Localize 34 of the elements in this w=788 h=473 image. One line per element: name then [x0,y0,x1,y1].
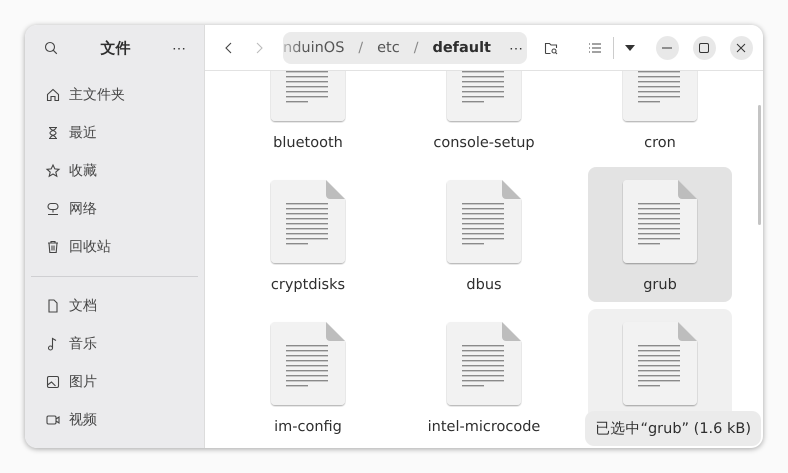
status-tooltip: 已选中“grub” (1.6 kB) [585,411,761,446]
sidebar-item[interactable]: 视频 [31,401,198,439]
sidebar-item[interactable]: 文档 [31,287,198,325]
file-name: grub [643,277,677,293]
file-name: im-config [274,419,342,435]
menu-button[interactable]: ⋯ [168,36,190,60]
file-item[interactable]: cron [588,71,732,160]
file-name: console-setup [433,135,535,151]
file-item[interactable]: dbus [412,167,556,302]
file-item[interactable]: bluetooth [236,71,380,160]
path-separator: / [358,40,364,56]
sidebar-item[interactable]: 收藏 [31,152,198,190]
path-crumb[interactable]: default [432,40,491,56]
file-item[interactable]: cryptdisks [236,167,380,302]
sidebar-item[interactable]: 最近 [31,114,198,152]
sidebar-item[interactable]: 音乐 [31,325,198,363]
sidebar-title: 文件 [100,38,130,58]
file-name: bluetooth [273,135,343,151]
path-separator: / [414,40,418,56]
sidebar-item[interactable]: 主文件夹 [31,76,198,114]
file-name: cryptdisks [270,277,346,293]
file-item[interactable]: console-setup [412,71,556,160]
path-crumb[interactable]: nduinOS [283,40,344,56]
sidebar-item[interactable]: 回收站 [31,228,198,266]
file-name: intel-microcode [428,419,540,435]
file-item[interactable]: intel-microcode [412,309,556,444]
sidebar-item[interactable]: 图片 [31,363,198,401]
file-name: cron [644,135,676,151]
sidebar-item[interactable]: 网络 [31,190,198,228]
path-crumb[interactable]: etc [377,40,400,56]
path-menu-button[interactable]: ⋯ [504,36,527,60]
file-item[interactable]: grub [588,167,732,302]
file-name: dbus [466,277,502,293]
file-item[interactable]: im-config [236,309,380,444]
